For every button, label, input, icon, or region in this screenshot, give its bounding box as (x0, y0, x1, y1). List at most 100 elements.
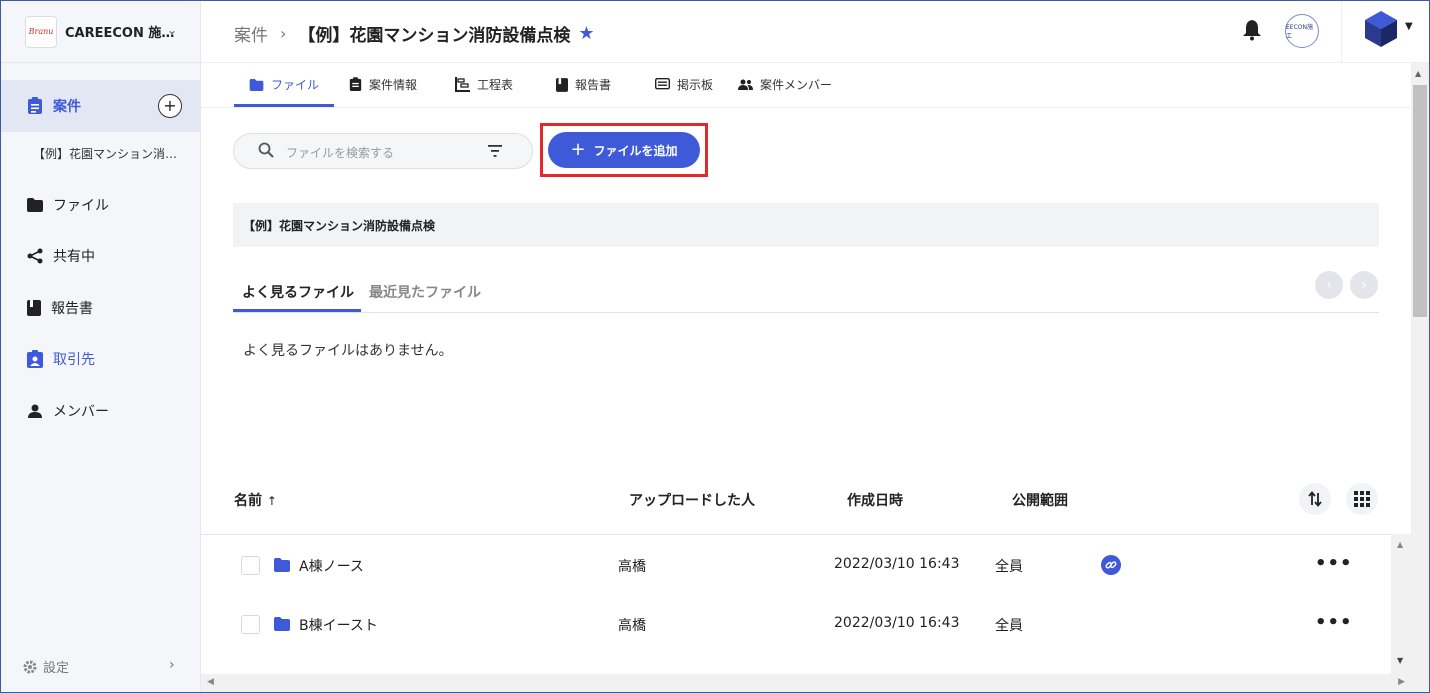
sort-icon (1308, 491, 1322, 507)
chevron-left-icon: ‹ (1326, 277, 1332, 293)
link-icon[interactable] (1101, 555, 1121, 575)
row-checkbox[interactable] (241, 556, 260, 575)
sidebar-item-files[interactable]: ファイル (27, 195, 109, 215)
tab-files[interactable]: ファイル (249, 76, 319, 93)
tab-label: ファイル (271, 78, 320, 92)
sidebar: Branu CAREECON 施… ⌄ 案件 + 【例】花園マンション消… ファ… (1, 1, 201, 692)
book-icon (556, 77, 568, 92)
search-icon (258, 142, 274, 158)
horizontal-scrollbar[interactable]: ◀ ▶ (201, 674, 1411, 692)
column-header-uploader[interactable]: アップロードした人 (629, 490, 755, 510)
tab-schedule[interactable]: 工程表 (455, 76, 513, 93)
sort-arrow-icon: ↑ (266, 494, 277, 508)
scroll-right-arrow-icon[interactable]: ▶ (1398, 677, 1405, 687)
grid-view-button[interactable] (1346, 483, 1378, 515)
add-file-label: ファイルを追加 (593, 143, 678, 158)
message-board-icon (655, 78, 670, 90)
file-name[interactable]: A棟ノース (299, 556, 364, 576)
scroll-down-arrow-icon[interactable]: ▼ (1397, 656, 1403, 665)
file-name[interactable]: B棟イースト (299, 615, 378, 635)
sidebar-item-label: メンバー (53, 404, 109, 420)
plus-icon: + (163, 96, 177, 115)
search-input[interactable]: ファイルを検索する (286, 144, 394, 161)
contact-badge-icon (27, 350, 43, 368)
notification-bell-icon[interactable] (1242, 19, 1262, 45)
more-options-icon[interactable]: ••• (1315, 553, 1353, 574)
tab-label: 案件情報 (369, 78, 418, 92)
caret-down-icon[interactable]: ▼ (1405, 21, 1413, 32)
header: 案件 › 【例】花園マンション消防設備点検 ★ EECON施工 ▼ (201, 1, 1429, 63)
folder-icon (274, 558, 290, 572)
tab-label: 掲示板 (677, 78, 714, 92)
tab-label: 案件メンバー (760, 78, 833, 92)
breadcrumb-root[interactable]: 案件 (234, 21, 268, 46)
person-icon (28, 404, 42, 418)
sidebar-item-members[interactable]: メンバー (27, 401, 109, 421)
app-window: Branu CAREECON 施… ⌄ 案件 + 【例】花園マンション消… ファ… (0, 0, 1430, 693)
folder-path[interactable]: 【例】花園マンション消防設備点検 (243, 217, 435, 234)
filter-icon[interactable] (488, 145, 502, 157)
sort-button[interactable] (1299, 483, 1331, 515)
file-uploader: 高橋 (618, 559, 646, 575)
add-project-button[interactable]: + (158, 94, 182, 118)
table-row[interactable]: B棟イースト 高橋 2022/03/10 16:43 全員 ••• (201, 594, 1391, 652)
file-scope: 全員 (995, 559, 1023, 575)
scroll-left-arrow-icon[interactable]: ◀ (207, 677, 214, 687)
breadcrumb: 案件 › 【例】花園マンション消防設備点検 ★ (234, 21, 595, 46)
grid-icon (1354, 491, 1370, 507)
more-options-icon[interactable]: ••• (1315, 612, 1353, 633)
scroll-up-arrow-icon[interactable]: ▲ (1415, 69, 1421, 78)
row-checkbox[interactable] (241, 615, 260, 634)
tab-label: 報告書 (575, 78, 612, 92)
scroll-up-arrow-icon[interactable]: ▲ (1397, 540, 1403, 549)
sidebar-item-reports[interactable]: 報告書 (27, 298, 93, 318)
cube-avatar-icon (1365, 11, 1397, 47)
tab-recent-files[interactable]: 最近見たファイル (369, 282, 481, 302)
page-scrollbar[interactable]: ▲ (1411, 63, 1429, 692)
page-title: 【例】花園マンション消防設備点検 (298, 26, 571, 46)
sidebar-project-link[interactable]: 【例】花園マンション消… (33, 145, 177, 162)
tab-project-info[interactable]: 案件情報 (349, 76, 417, 93)
scrollbar-thumb[interactable] (1413, 85, 1427, 317)
file-created: 2022/03/10 16:43 (834, 556, 960, 572)
sidebar-item-shared[interactable]: 共有中 (27, 246, 95, 266)
folder-icon (249, 78, 264, 91)
chevron-right-icon: › (169, 657, 175, 673)
add-file-button[interactable]: + ファイルを追加 (548, 132, 700, 168)
table-row[interactable]: A棟ノース 高橋 2022/03/10 16:43 全員 ••• (201, 535, 1391, 593)
header-divider (1341, 1, 1342, 63)
plus-icon: + (570, 139, 586, 160)
settings-label: 設定 (43, 661, 70, 676)
sidebar-item-clients[interactable]: 取引先 (27, 349, 95, 369)
sidebar-item-label: 取引先 (53, 352, 95, 368)
folder-icon (274, 617, 290, 631)
file-search[interactable]: ファイルを検索する (233, 133, 533, 169)
file-uploader: 高橋 (618, 618, 646, 634)
clipboard-icon (28, 97, 42, 114)
clipboard-icon (349, 77, 362, 91)
column-header-created[interactable]: 作成日時 (847, 490, 903, 510)
tab-frequent-files[interactable]: よく見るファイル (242, 282, 354, 302)
project-tabs: ファイル 案件情報 工程表 報告書 掲示板 案件メンバー (201, 63, 1411, 108)
prev-page-button[interactable]: ‹ (1315, 271, 1343, 299)
workspace-name: CAREECON 施… (65, 26, 175, 41)
org-avatar[interactable]: EECON施工 (1285, 14, 1319, 48)
column-header-name[interactable]: 名前 ↑ (234, 490, 277, 510)
table-scrollbar[interactable]: ▲ ▼ (1391, 534, 1411, 674)
sidebar-item-label: ファイル (53, 198, 109, 214)
chevron-right-icon: › (1361, 277, 1367, 293)
tab-project-members[interactable]: 案件メンバー (738, 76, 832, 93)
next-page-button[interactable]: › (1350, 271, 1378, 299)
workspace-switcher[interactable]: Branu CAREECON 施… ⌄ (1, 1, 201, 63)
column-header-scope[interactable]: 公開範囲 (1012, 490, 1068, 510)
tab-reports[interactable]: 報告書 (556, 76, 611, 93)
sidebar-item-label: 共有中 (53, 249, 95, 265)
file-scope: 全員 (995, 618, 1023, 634)
settings-link[interactable]: 設定 (23, 657, 69, 676)
tab-bulletin-board[interactable]: 掲示板 (655, 76, 713, 93)
star-icon[interactable]: ★ (578, 23, 594, 44)
chevron-down-icon: ⌄ (166, 23, 177, 37)
user-avatar[interactable] (1365, 11, 1397, 51)
share-icon (27, 248, 43, 264)
chevron-right-icon: › (280, 24, 287, 43)
